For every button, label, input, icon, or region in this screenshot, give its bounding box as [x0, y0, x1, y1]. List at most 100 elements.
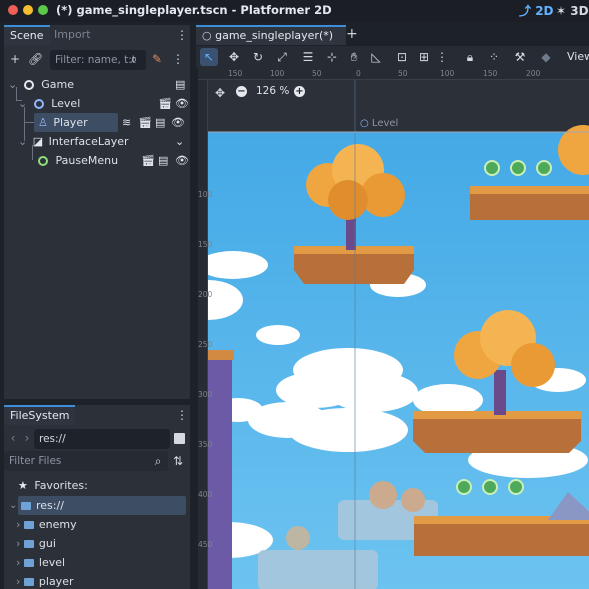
toggle-split-icon[interactable] [174, 433, 185, 444]
pan-center-icon[interactable]: ✥ [214, 84, 226, 102]
filesystem-dock: FileSystem ⋮ ‹ › res:// Filter Files ⌕ ⇅… [4, 405, 190, 589]
move-tool-icon[interactable]: ✥ [226, 48, 242, 66]
scale-tool-icon[interactable]: ⤢ [274, 48, 290, 66]
ruler-label: 150 [228, 69, 243, 78]
mode-2d-label: 2D [535, 4, 554, 18]
snap-tool-icon[interactable]: ⊡ [394, 48, 410, 66]
camera-override-icon[interactable]: ◆ [538, 48, 554, 66]
tree-item-player[interactable]: ♙ Player [34, 113, 118, 132]
fs-root-label: res:// [36, 499, 64, 512]
visibility-eye-icon[interactable]: 👁︎ [171, 113, 185, 132]
back-arrow-icon[interactable]: ‹ [8, 429, 18, 447]
select-tool-icon[interactable]: ↖ [200, 48, 218, 66]
sort-icon[interactable]: ⇅ [172, 452, 184, 470]
title-bar: (*) game_singleplayer.tscn - Platformer … [0, 0, 589, 22]
folder-icon [21, 502, 31, 510]
script-icon[interactable]: ▤ [158, 151, 168, 170]
window-title: (*) game_singleplayer.tscn - Platformer … [56, 3, 332, 17]
dock-menu-icon[interactable]: ⋮ [176, 406, 188, 424]
tab-game-singleplayer[interactable]: ○ game_singleplayer(*) ✕ [196, 25, 346, 59]
pan-tool-icon[interactable]: ✋︎ [346, 48, 362, 66]
tab-scene[interactable]: Scene [4, 25, 50, 45]
ruler-tool-icon[interactable]: ◺ [368, 48, 384, 66]
tree-guide [16, 100, 22, 101]
mode-2d-button[interactable]: ⤴ 2D [519, 2, 554, 20]
search-icon: ⌕ [154, 454, 162, 468]
ruler-label: 300 [198, 390, 213, 399]
tree-item-interfacelayer[interactable]: ⌄ ◪ InterfaceLayer ⌄ [8, 132, 188, 151]
view-menu[interactable]: View [567, 50, 589, 63]
filesystem-filter-input[interactable]: Filter Files [4, 451, 168, 471]
fs-folder-level[interactable]: › level [16, 553, 186, 572]
ruler-label: 100 [198, 190, 213, 199]
level-node-label: ○ Level [360, 118, 398, 129]
signal-icon[interactable]: ≋ [122, 113, 131, 132]
favorites-label: Favorites: [34, 479, 88, 492]
level-node-label-text: Level [371, 118, 399, 129]
visibility-eye-icon[interactable]: 👁︎ [175, 151, 189, 170]
player-row-icons: ≋ 🎬︎ ▤ 👁︎ [122, 113, 188, 132]
ruler-label: 200 [526, 69, 541, 78]
lock-icon[interactable]: 🔒︎ [462, 48, 478, 66]
node2d-icon [33, 99, 44, 109]
script-icon[interactable]: ▤ [175, 75, 185, 94]
left-ruler: 100 150 200 250 300 350 400 450 [198, 80, 212, 589]
zoom-in-icon[interactable]: + [294, 86, 305, 97]
visibility-eye-icon[interactable]: 👁︎ [175, 94, 189, 113]
fs-folder-gui[interactable]: › gui [16, 534, 186, 553]
folder-icon [23, 559, 34, 567]
zoom-out-icon[interactable]: − [236, 86, 247, 97]
clapper-icon[interactable]: 🎬︎ [138, 113, 152, 132]
tree-item-label: Player [53, 116, 88, 129]
rotate-tool-icon[interactable]: ↻ [250, 48, 266, 66]
clapper-icon[interactable]: 🎬︎ [158, 94, 172, 113]
dock-menu-icon[interactable]: ⋮ [176, 26, 188, 44]
mode-3d-button[interactable]: ✶ 3D [556, 2, 589, 20]
mode-3d-icon: ✶ [556, 4, 567, 18]
add-node-icon[interactable]: + [8, 50, 22, 68]
star-icon: ★ [18, 479, 28, 492]
tab-filesystem[interactable]: FileSystem [4, 405, 76, 425]
minimize-window-button[interactable] [23, 5, 33, 15]
ruler-label: 400 [198, 490, 213, 499]
script-icon[interactable]: ▤ [155, 113, 165, 132]
fs-folder-label: level [38, 556, 66, 569]
tree-item-game[interactable]: ⌄ Game ▤ [8, 75, 188, 94]
search-icon: ⌕ [130, 52, 138, 66]
scene-filter-placeholder: Filter: name, t:t [55, 54, 136, 66]
list-tool-icon[interactable]: ☰ [300, 48, 316, 66]
group-icon[interactable]: ⁘ [486, 48, 502, 66]
filter-menu-icon[interactable]: ⋮ [172, 50, 184, 68]
pivot-tool-icon[interactable]: ⊹ [324, 48, 340, 66]
tree-item-level[interactable]: ⌄ Level 🎬︎ 👁︎ [8, 94, 189, 113]
bone-icon[interactable]: ⚒︎ [512, 48, 528, 66]
favorites-row[interactable]: ★ Favorites: [18, 476, 178, 495]
script-icon[interactable]: ✎ [150, 50, 164, 68]
maximize-window-button[interactable] [38, 5, 48, 15]
tab-import[interactable]: Import [48, 25, 97, 45]
ruler-label: 150 [198, 240, 213, 249]
zoom-level[interactable]: 126 % [256, 85, 289, 97]
fs-root-row[interactable]: res:// [18, 496, 186, 515]
add-tab-button[interactable]: + [346, 26, 358, 42]
ruler-label: 250 [198, 340, 213, 349]
ruler-label: 150 [483, 69, 498, 78]
canvas-viewport[interactable]: ✥ − 126 % + ○ Level [198, 80, 589, 589]
chevron-down-icon[interactable]: ⌄ [175, 132, 184, 151]
fs-folder-enemy[interactable]: › enemy [16, 515, 186, 534]
grid-tool-icon[interactable]: ⊞ [416, 48, 432, 66]
ruler-label: 50 [398, 69, 408, 78]
link-icon[interactable]: 🔗︎ [28, 50, 43, 68]
folder-icon [23, 521, 34, 529]
tree-item-pausemenu[interactable]: PauseMenu 🎬︎ ▤ 👁︎ [8, 151, 189, 170]
control-icon [38, 156, 48, 166]
clapper-icon[interactable]: 🎬︎ [141, 151, 155, 170]
forward-arrow-icon[interactable]: › [22, 429, 32, 447]
fs-folder-player[interactable]: › player [16, 572, 186, 589]
fs-folder-label: player [38, 575, 74, 588]
close-window-button[interactable] [8, 5, 18, 15]
chevron-down-icon[interactable]: ⌄ [9, 500, 17, 511]
snap-menu-icon[interactable]: ⋮ [436, 48, 448, 66]
path-field[interactable]: res:// [34, 429, 170, 449]
level-scene [198, 80, 589, 589]
